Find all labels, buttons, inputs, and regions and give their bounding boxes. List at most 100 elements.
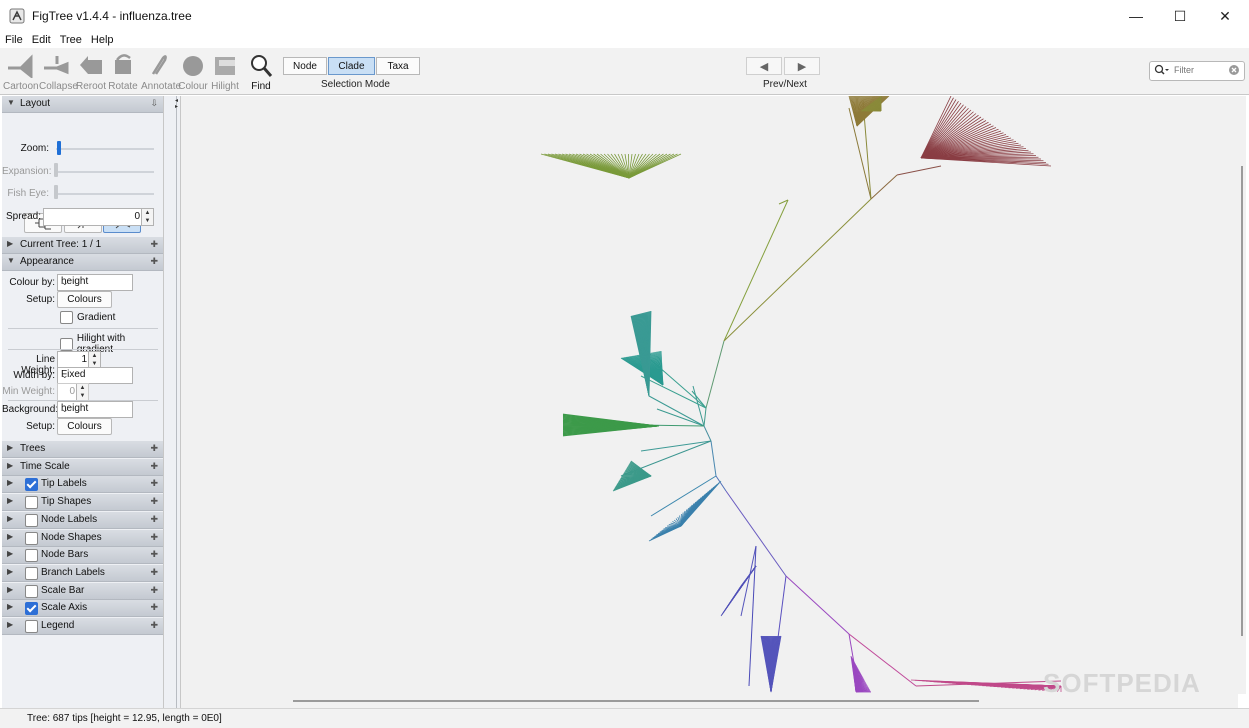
pin-icon[interactable]: ✚ [150,239,158,250]
spinner-arrows-icon[interactable]: ▲▼ [88,352,100,368]
filter-box [1149,61,1245,81]
vertical-scrollbar[interactable] [1238,96,1246,694]
section-legend[interactable]: ▶Legend✚ [2,618,163,635]
phylogenetic-tree[interactable]: SOFTPEDIA [181,96,1246,694]
colour-by-dropdown[interactable]: height⌄ [57,274,133,291]
section-node-shapes[interactable]: ▶Node Shapes✚ [2,530,163,547]
section-checkbox[interactable] [25,602,38,615]
spinner-arrows-icon[interactable]: ▲▼ [76,384,88,400]
background-colours-button[interactable]: Colours [57,418,112,435]
tree-canvas[interactable]: SOFTPEDIA [181,96,1246,694]
pin-icon[interactable]: ✚ [150,532,158,543]
section-node-bars[interactable]: ▶Node Bars✚ [2,547,163,564]
arrow-right-icon: ▶ [798,60,806,73]
fisheye-slider-thumb[interactable] [54,185,58,199]
close-button[interactable]: ✕ [1202,0,1248,32]
section-checkbox[interactable] [25,532,38,545]
selection-node-button[interactable]: Node [283,57,327,75]
expansion-slider-thumb[interactable] [54,163,58,177]
width-by-dropdown[interactable]: Fixed⌄ [57,367,133,384]
clear-filter-icon[interactable] [1228,64,1240,76]
section-checkbox[interactable] [25,496,38,509]
maximize-button[interactable]: ☐ [1157,0,1203,32]
pin-icon[interactable]: ✚ [150,478,158,489]
pin-icon[interactable]: ✚ [150,567,158,578]
cartoon-button[interactable]: Cartoon [3,50,37,92]
filter-input[interactable] [1174,64,1226,76]
zoom-slider-thumb[interactable] [57,141,61,155]
zoom-slider[interactable] [56,148,154,150]
selection-taxa-button[interactable]: Taxa [376,57,420,75]
find-button[interactable]: Find [244,50,278,92]
colours-button[interactable]: Colours [57,291,112,308]
section-tip-labels[interactable]: ▶Tip Labels✚ [2,476,163,493]
section-checkbox[interactable] [25,478,38,491]
section-trees[interactable]: ▶Trees✚ [2,441,163,458]
menu-help[interactable]: Help [86,32,118,48]
annotate-button[interactable]: Annotate [141,50,175,92]
min-weight-spinner[interactable]: 0 ▲▼ [57,383,89,401]
pin-icon[interactable]: ✚ [150,443,158,454]
section-checkbox[interactable] [25,620,38,633]
section-checkbox[interactable] [25,567,38,580]
layout-section-header[interactable]: ▼ Layout ⇩ [2,96,163,113]
section-time-scale[interactable]: ▶Time Scale✚ [2,459,163,476]
gradient-checkbox[interactable]: Gradient [60,311,115,324]
menu-tree[interactable]: Tree [55,32,86,48]
tree-branch [692,391,706,408]
fisheye-slider[interactable] [54,193,154,195]
min-weight-label: Min Weight: [2,386,55,397]
colour-button[interactable]: Colour [176,50,210,92]
minimize-button[interactable]: — [1113,0,1159,32]
spinner-arrows-icon[interactable]: ▲▼ [141,209,153,225]
section-node-labels[interactable]: ▶Node Labels✚ [2,512,163,529]
spread-spinner[interactable]: 0 ▲▼ [43,208,154,226]
fisheye-label: Fish Eye: [2,188,49,199]
tree-branch [711,441,716,476]
expansion-slider[interactable] [54,171,154,173]
collapse-button[interactable]: Collapse [39,50,73,92]
pin-icon[interactable]: ✚ [150,602,158,613]
horizontal-scrollbar[interactable] [181,694,1238,708]
pin-icon[interactable]: ✚ [150,549,158,560]
section-label: Legend [41,620,74,631]
panel-splitter[interactable]: ◂▸ [164,96,181,708]
pin-icon[interactable]: ✚ [150,514,158,525]
pin-icon[interactable]: ✚ [150,620,158,631]
appearance-section-header[interactable]: ▼ Appearance ✚ [2,254,163,271]
section-checkbox[interactable] [25,514,38,527]
section-checkbox[interactable] [25,585,38,598]
setup-label: Setup: [2,294,55,305]
background-label: Background: [2,404,55,415]
pin-icon[interactable]: ✚ [150,256,158,267]
menu-edit[interactable]: Edit [27,32,55,48]
tree-branch [704,426,711,441]
tree-branch [641,376,706,408]
reroot-button[interactable]: Reroot [74,50,108,92]
current-tree-section-header[interactable]: ▶ Current Tree: 1 / 1 ✚ [2,237,163,254]
section-scale-bar[interactable]: ▶Scale Bar✚ [2,583,163,600]
pin-icon[interactable]: ✚ [150,496,158,507]
section-branch-labels[interactable]: ▶Branch Labels✚ [2,565,163,582]
section-scale-axis[interactable]: ▶Scale Axis✚ [2,600,163,617]
vertical-scroll-thumb[interactable] [1241,166,1243,636]
selection-clade-button[interactable]: Clade [328,57,375,75]
maximize-icon: ☐ [1174,8,1187,25]
hilight-button[interactable]: Hilight [208,50,242,92]
tree-branch [706,341,724,408]
rotate-button[interactable]: Rotate [106,50,140,92]
menu-file[interactable]: File [0,32,27,48]
pin-icon[interactable]: ✚ [150,585,158,596]
selection-mode-caption: Selection Mode [321,79,390,90]
background-dropdown[interactable]: height⌄ [57,401,133,418]
pin-icon[interactable]: ⇩ [150,98,158,109]
section-checkbox[interactable] [25,549,38,562]
horizontal-scroll-thumb[interactable] [293,700,979,702]
tip-cluster-steelblue [681,481,721,526]
splitter-arrows-icon[interactable]: ◂▸ [175,98,178,110]
pin-icon[interactable]: ✚ [150,461,158,472]
prev-button[interactable]: ◀ [746,57,782,75]
section-label: Node Shapes [41,532,102,543]
next-button[interactable]: ▶ [784,57,820,75]
section-tip-shapes[interactable]: ▶Tip Shapes✚ [2,494,163,511]
